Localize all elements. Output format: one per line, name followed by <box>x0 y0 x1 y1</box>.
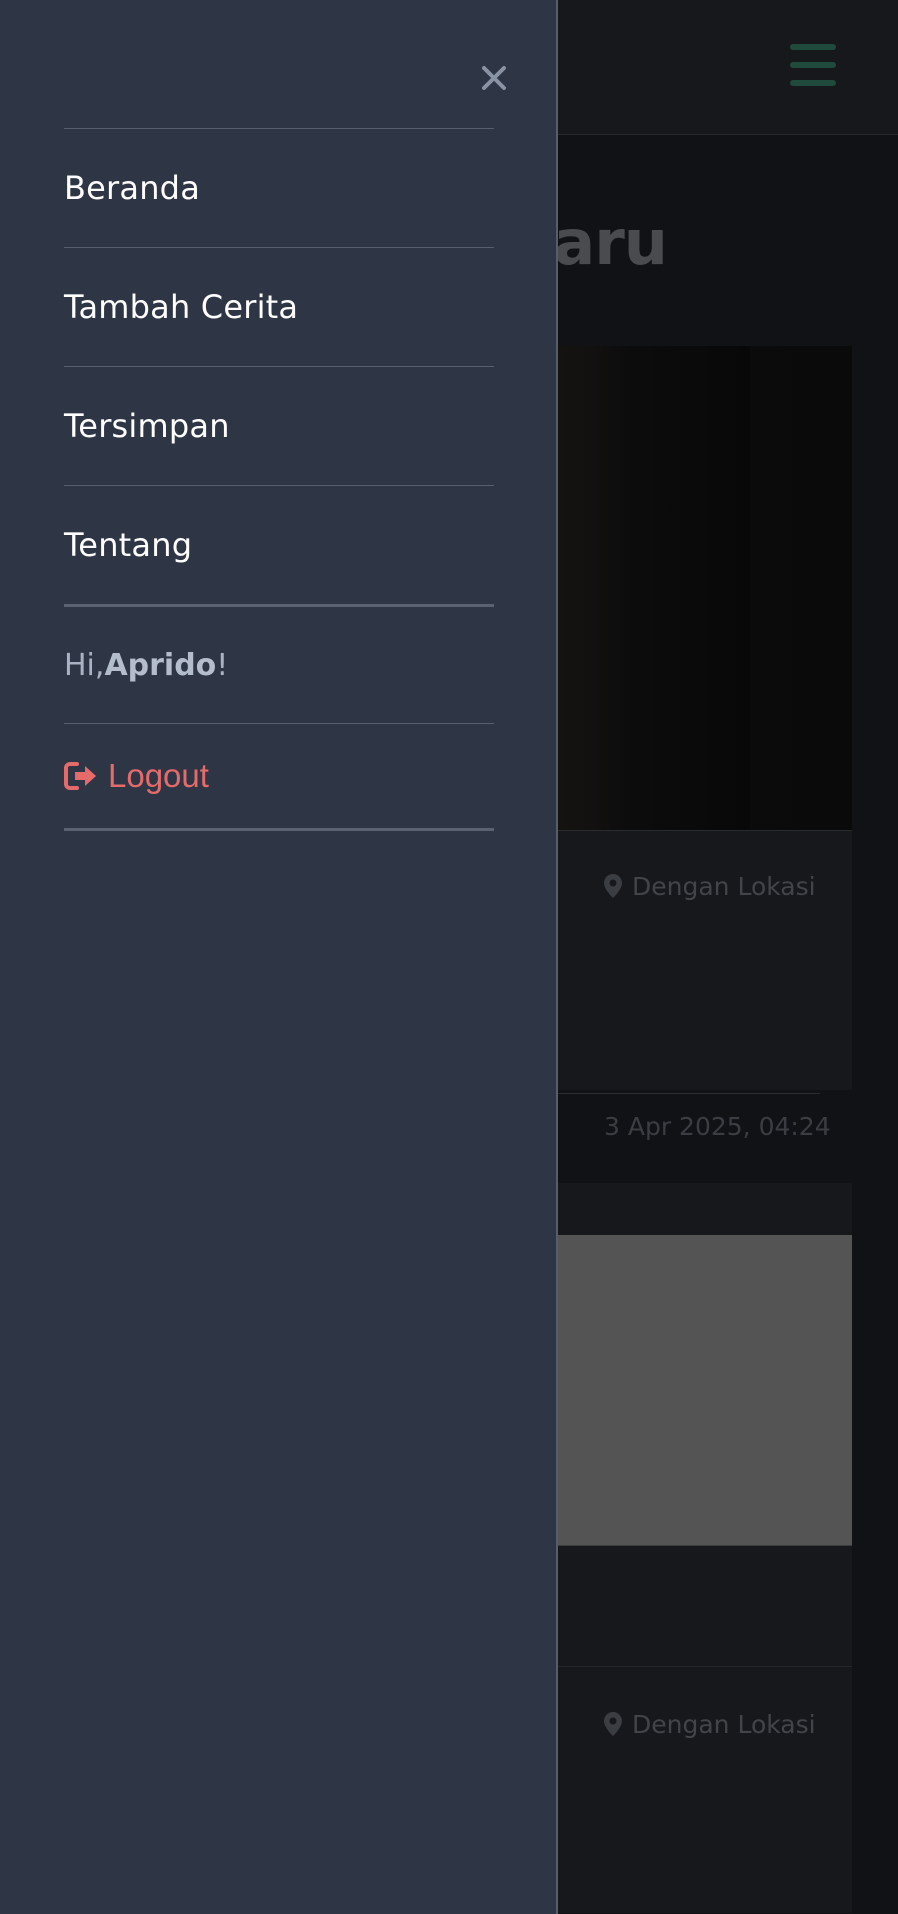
menu-divider <box>64 828 494 831</box>
hamburger-menu-icon[interactable] <box>790 44 836 86</box>
menu-item-tersimpan[interactable]: Tersimpan <box>64 367 494 485</box>
location-label: Dengan Lokasi <box>632 1709 816 1739</box>
close-icon <box>482 66 506 90</box>
card-divider <box>540 1093 820 1094</box>
location-badge: Dengan Lokasi <box>604 866 816 906</box>
username: Aprido <box>104 647 217 683</box>
greeting-suffix: ! <box>216 647 229 683</box>
drawer-menu: Beranda Tambah Cerita Tersimpan Tentang … <box>64 128 494 831</box>
story-timestamp: 3 Apr 2025, 04:24 <box>604 1112 831 1141</box>
close-drawer-button[interactable] <box>474 58 514 98</box>
location-label: Dengan Lokasi <box>632 871 816 901</box>
sign-out-icon <box>64 762 96 790</box>
app-page: baru Dengan Lokasi 3 Apr 2025, 04:24 Den… <box>0 0 898 1914</box>
menu-item-beranda[interactable]: Beranda <box>64 129 494 247</box>
map-pin-icon <box>604 874 622 898</box>
map-pin-icon <box>604 1712 622 1736</box>
menu-item-tambah-cerita[interactable]: Tambah Cerita <box>64 248 494 366</box>
greeting-prefix: Hi, <box>64 647 105 683</box>
logout-label: Logout <box>108 757 209 794</box>
logout-button[interactable]: Logout <box>64 724 494 828</box>
navigation-drawer: Beranda Tambah Cerita Tersimpan Tentang … <box>0 0 558 1914</box>
menu-item-tentang[interactable]: Tentang <box>64 486 494 604</box>
user-greeting: Hi, Aprido! <box>64 607 494 723</box>
location-badge: Dengan Lokasi <box>604 1704 816 1744</box>
